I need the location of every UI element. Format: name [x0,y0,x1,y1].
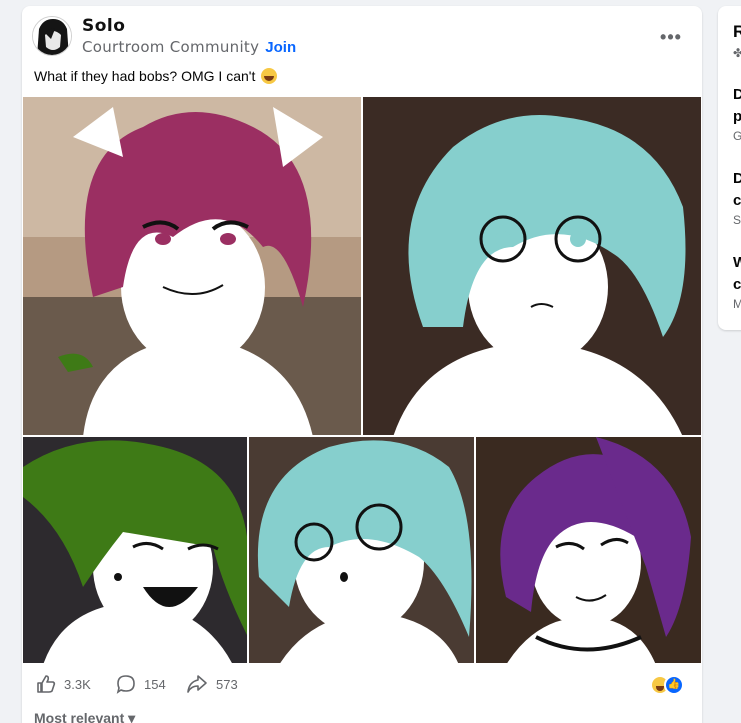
sidebar-item-line: c [733,276,741,293]
sort-label: Most relevant [34,710,125,723]
join-button[interactable]: Join [265,39,296,56]
post-caption: What if they had bobs? OMG I can't [34,68,278,84]
sidebar-title: R [733,22,741,41]
sidebar-item-meta: G [733,129,741,143]
sidebar-item-line: D [733,170,741,187]
caption-text: What if they had bobs? OMG I can't [34,68,256,84]
like-count: 3.3K [64,676,91,692]
like-button[interactable]: 3.3K [36,674,91,694]
sidebar-item-line: c [733,192,741,209]
thumbs-up-icon [37,675,56,693]
sidebar-item-line: D [733,86,741,103]
comment-sort-dropdown[interactable]: Most relevant ▾ [34,710,135,723]
image-grid [22,96,702,664]
sidebar-item-line: p [733,108,741,125]
group-name[interactable]: Courtroom Community [82,38,259,56]
more-options-icon[interactable]: ••• [656,28,686,48]
post-image-3[interactable] [22,436,248,664]
chevron-down-icon: ▾ [128,710,136,723]
comment-count: 154 [144,676,166,692]
avatar[interactable] [32,16,72,56]
sidebar-item-meta: S [733,213,741,227]
post-image-1[interactable] [22,96,362,436]
sidebar-subtitle: ✤ [733,46,741,60]
group-line: Courtroom Community Join [82,38,296,56]
like-reaction-icon: 👍 [664,675,684,695]
comment-bubble-icon [116,675,135,694]
feed-page: Solo Courtroom Community Join ••• What if… [0,0,741,723]
sidebar-item[interactable]: W c M [733,252,741,312]
sidebar-card: R ✤ D p G D c S W c M [718,6,741,330]
reaction-icons[interactable]: 👍 [650,674,690,696]
post-card: Solo Courtroom Community Join ••• What if… [22,6,702,723]
post-image-2[interactable] [362,96,702,436]
post-actions: 3.3K 154 573 👍 [36,674,692,698]
sidebar-item-meta: M [733,297,741,311]
share-button[interactable]: 573 [186,674,238,694]
sidebar-item[interactable]: D c S [733,168,741,228]
post-image-4[interactable] [248,436,475,664]
sidebar-item[interactable]: D p G [733,84,741,144]
share-count: 573 [216,676,238,692]
share-arrow-icon [187,675,207,693]
laughing-emoji-icon [261,68,278,84]
post-header: Solo Courtroom Community Join ••• [32,16,692,58]
author-name[interactable]: Solo [82,16,125,36]
post-image-5[interactable] [475,436,702,664]
comment-button[interactable]: 154 [116,674,166,694]
sidebar-item-line: W [733,254,741,271]
